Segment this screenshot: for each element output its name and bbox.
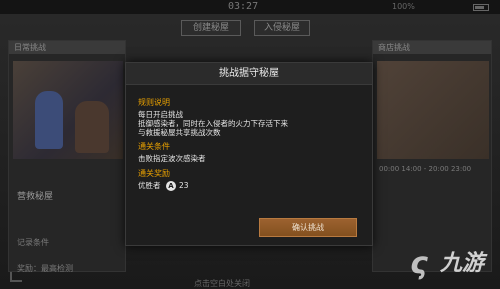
- status-bar: 03:27 100%: [0, 0, 500, 14]
- rules-title: 规则说明: [138, 98, 170, 107]
- tab-create-lair[interactable]: 创建秘屋: [181, 20, 241, 36]
- shop-challenge-panel[interactable]: 商店挑战 00:00 14:00 - 20:00 23:00: [372, 40, 492, 272]
- challenge-scene-image: [13, 61, 123, 159]
- shop-challenge-header: 商店挑战: [373, 41, 491, 54]
- back-arrow-icon[interactable]: [10, 272, 22, 282]
- clear-condition-line: 击败指定波次感染者: [138, 154, 206, 163]
- battery-icon: [473, 4, 489, 11]
- time-range: 00:00 14:00 - 20:00 23:00: [379, 165, 472, 173]
- reward-line: 奖励：最高检测: [17, 264, 73, 273]
- reward-count: 23: [179, 181, 189, 190]
- watermark-mark: ς: [410, 246, 428, 281]
- rule-line: 每日开启挑战: [138, 110, 183, 119]
- reward-label: 优胜者: [138, 181, 161, 190]
- character-figure: [75, 101, 109, 153]
- rescue-lair-title: 营救秘屋: [17, 192, 54, 202]
- character-figure: [35, 91, 63, 149]
- reward-currency-icon: A: [166, 181, 176, 191]
- rule-line: 与救援秘屋共享挑战次数: [138, 128, 221, 137]
- record-condition-label: 记录条件: [17, 238, 49, 247]
- watermark-logo: ς 九游: [410, 246, 494, 282]
- tab-invade-lair[interactable]: 入侵秘屋: [254, 20, 310, 36]
- rule-line: 抵御感染者，同时在入侵者的火力下存活下来: [138, 119, 288, 128]
- close-hint[interactable]: 点击空白处关闭: [194, 278, 250, 289]
- reward-title: 通关奖励: [138, 169, 170, 178]
- daily-challenge-panel[interactable]: 日常挑战 营救秘屋 记录条件 奖励：最高检测: [8, 40, 126, 273]
- clock: 03:27: [228, 1, 259, 12]
- clear-condition-title: 通关条件: [138, 142, 170, 151]
- challenge-dialog: 挑战据守秘屋 规则说明 每日开启挑战 抵御感染者，同时在入侵者的火力下存活下来 …: [125, 62, 373, 246]
- daily-challenge-header: 日常挑战: [9, 41, 125, 54]
- dialog-title: 挑战据守秘屋: [219, 68, 279, 79]
- battery-text: 100%: [392, 2, 415, 11]
- dialog-header: 挑战据守秘屋: [126, 63, 372, 85]
- shop-scene-image: [377, 61, 489, 159]
- watermark-text: 九游: [440, 251, 485, 276]
- confirm-challenge-button[interactable]: 确认挑战: [259, 218, 357, 237]
